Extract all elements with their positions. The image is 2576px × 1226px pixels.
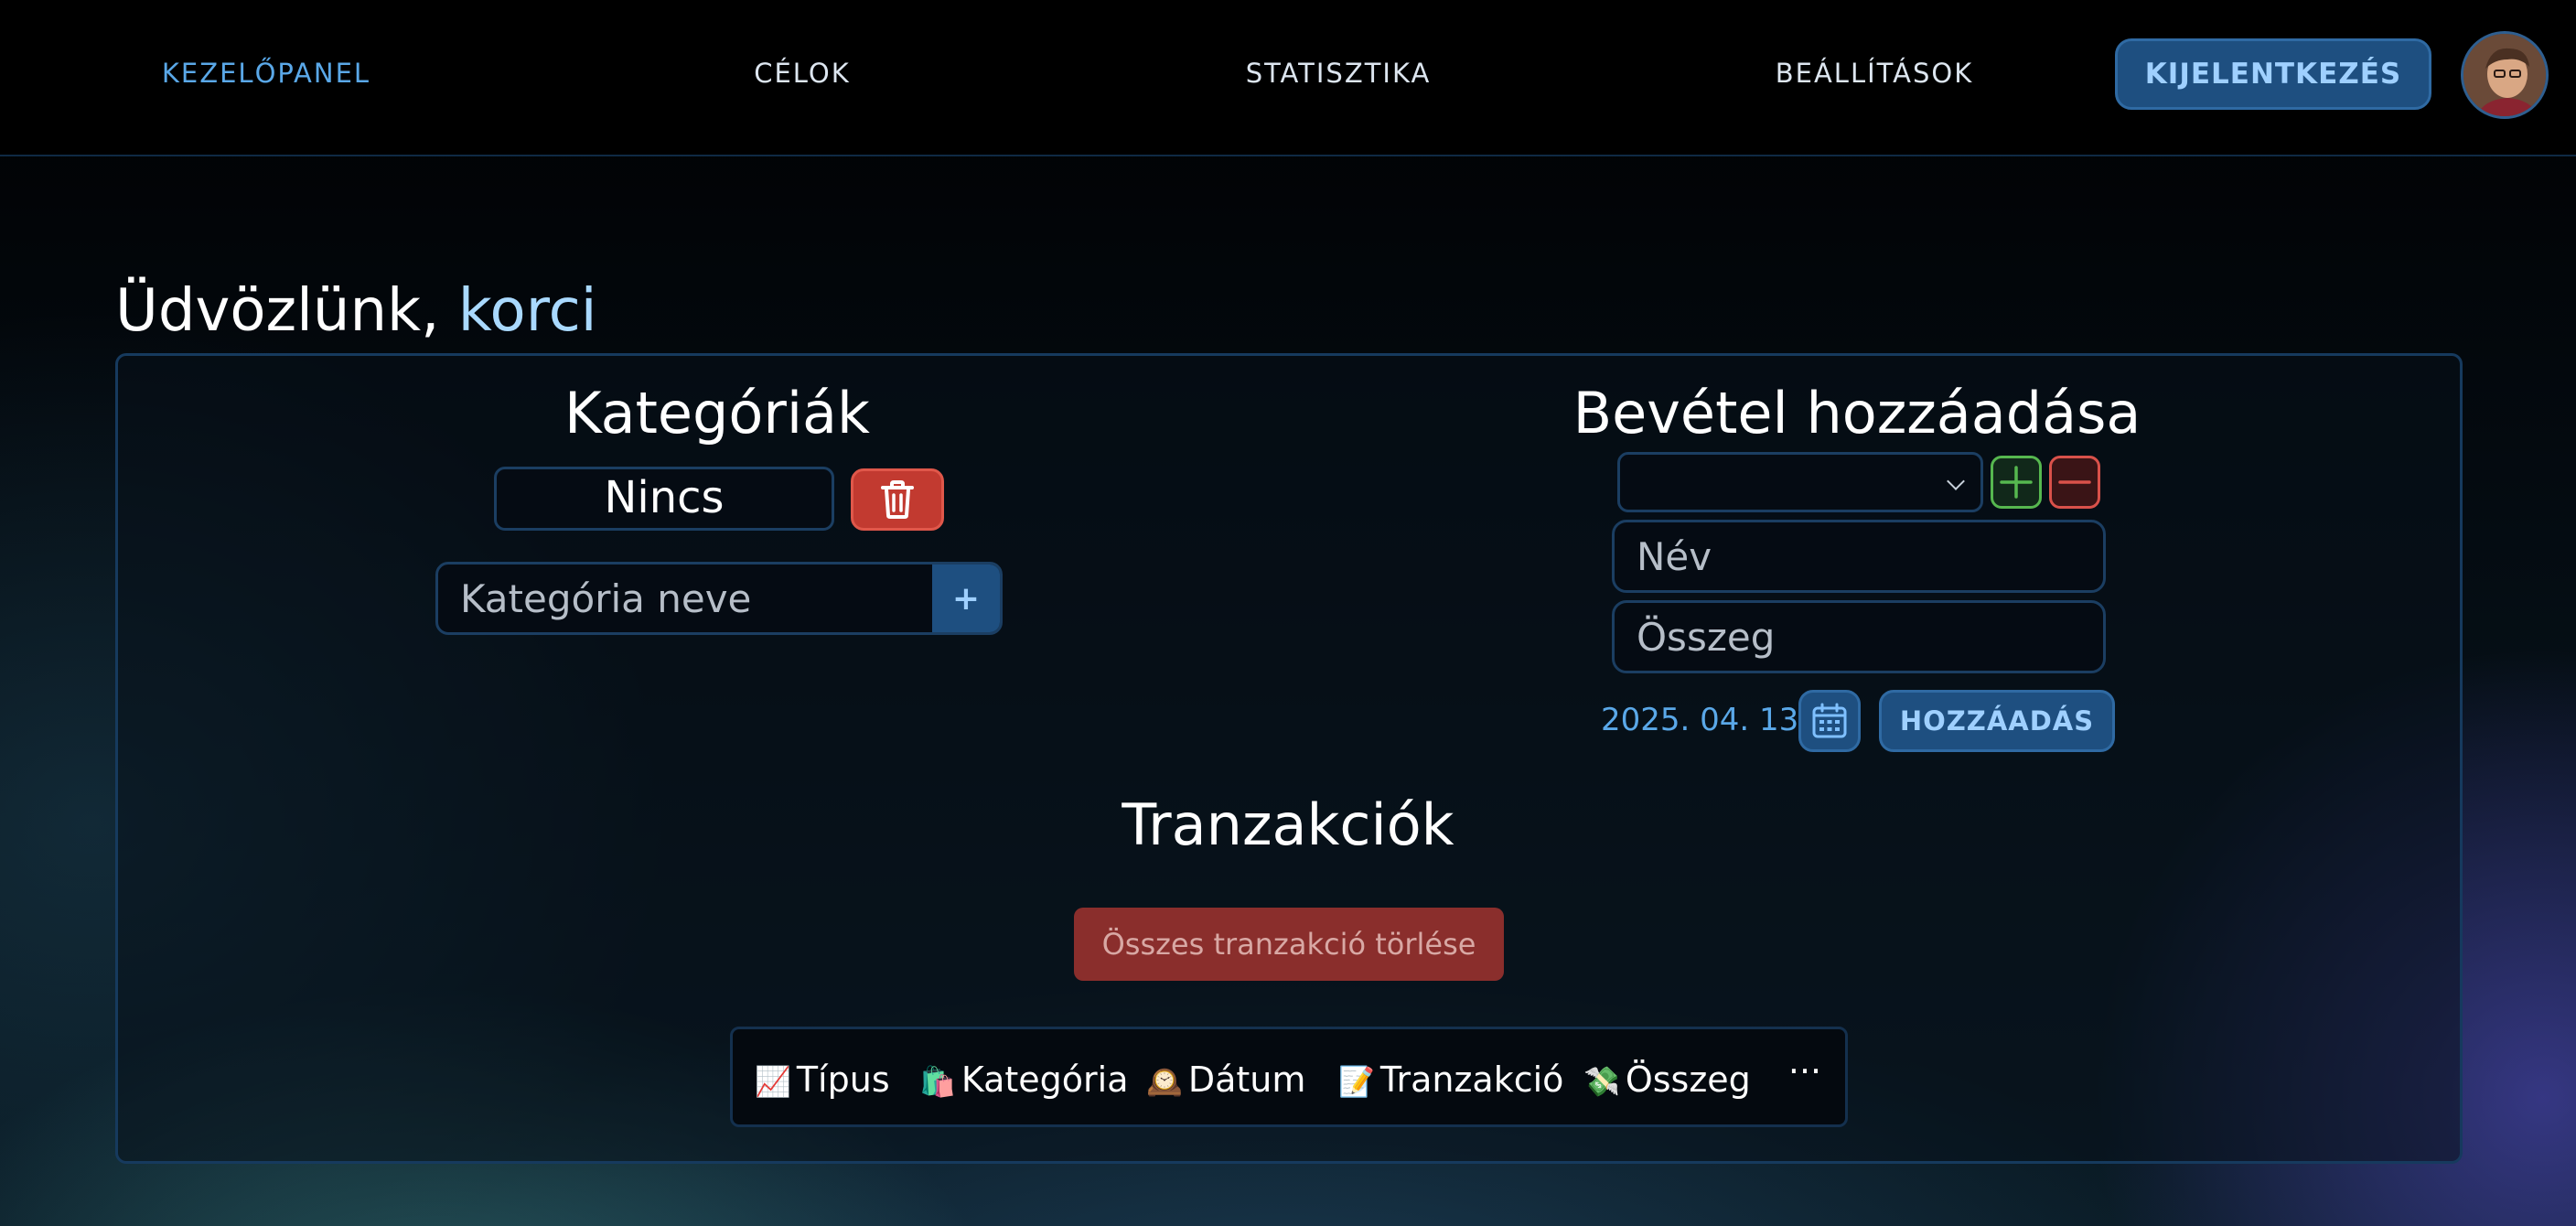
add-category-button[interactable]: + <box>932 565 1000 632</box>
transactions-title: Tranzakciók <box>1122 791 1454 858</box>
nav-settings[interactable]: BEÁLLÍTÁSOK <box>1690 53 2058 93</box>
logout-button[interactable]: KIJELENTKEZÉS <box>2115 38 2431 110</box>
categories-title: Kategóriák <box>564 380 870 446</box>
transactions-table-header: 📈 Típus 🛍️ Kategória 🕰️ Dátum 📝 Tranzakció 💸… <box>730 1027 1848 1127</box>
welcome-username: korci <box>457 277 597 345</box>
chart-increasing-icon: 📈 <box>755 1064 791 1099</box>
column-label: Kategória <box>961 1059 1129 1100</box>
nav-statistics[interactable]: STATISZTIKA <box>1154 53 1522 93</box>
welcome-greeting: Üdvözlünk, <box>115 277 458 345</box>
nav-goals[interactable]: CÉLOK <box>618 53 986 93</box>
plus-icon <box>2000 466 2033 499</box>
chevron-down-icon <box>1947 472 1965 490</box>
avatar[interactable] <box>2461 31 2549 119</box>
column-label: Összeg <box>1625 1059 1751 1100</box>
column-label: Tranzakció <box>1379 1059 1564 1100</box>
column-label: Dátum <box>1187 1059 1306 1100</box>
calendar-icon <box>1812 703 1847 738</box>
category-name-input[interactable] <box>438 565 932 632</box>
column-header-type[interactable]: 📈 Típus <box>755 1057 890 1102</box>
income-name-input[interactable] <box>1612 520 2106 593</box>
shopping-bags-icon: 🛍️ <box>919 1064 956 1099</box>
income-date: 2025. 04. 13. <box>1601 702 1809 738</box>
clock-icon: 🕰️ <box>1146 1064 1183 1099</box>
welcome-heading: Üdvözlünk, korci <box>115 274 597 348</box>
top-navbar: KEZELŐPANEL CÉLOK STATISZTIKA BEÁLLÍTÁSO… <box>0 0 2576 156</box>
column-header-transaction[interactable]: 📝 Tranzakció <box>1338 1057 1563 1102</box>
money-with-wings-icon: 💸 <box>1583 1064 1620 1099</box>
column-header-category[interactable]: 🛍️ Kategória <box>919 1057 1129 1102</box>
date-picker-button[interactable] <box>1798 690 1861 752</box>
remove-income-category-button[interactable] <box>2049 456 2100 509</box>
delete-category-button[interactable] <box>851 468 944 531</box>
more-options-button[interactable]: ··· <box>1785 1051 1825 1097</box>
clear-all-transactions-button[interactable]: Összes tranzakció törlése <box>1074 908 1504 981</box>
income-category-select[interactable] <box>1617 452 1983 512</box>
nav-dashboard[interactable]: KEZELŐPANEL <box>82 53 450 93</box>
category-input-group: + <box>435 562 1003 635</box>
column-header-amount[interactable]: 💸 Összeg <box>1583 1057 1751 1102</box>
memo-icon: 📝 <box>1338 1064 1375 1099</box>
trash-icon <box>881 480 914 519</box>
column-label: Típus <box>796 1059 890 1100</box>
income-amount-input[interactable] <box>1612 600 2106 673</box>
user-avatar-image <box>2463 34 2546 116</box>
add-income-button[interactable]: HOZZÁADÁS <box>1879 690 2115 752</box>
column-header-date[interactable]: 🕰️ Dátum <box>1146 1057 1305 1102</box>
category-select[interactable]: Nincs <box>494 467 834 531</box>
minus-icon <box>2058 480 2091 484</box>
add-income-category-button[interactable] <box>1991 456 2042 509</box>
add-income-title: Bevétel hozzáadása <box>1572 380 2141 446</box>
